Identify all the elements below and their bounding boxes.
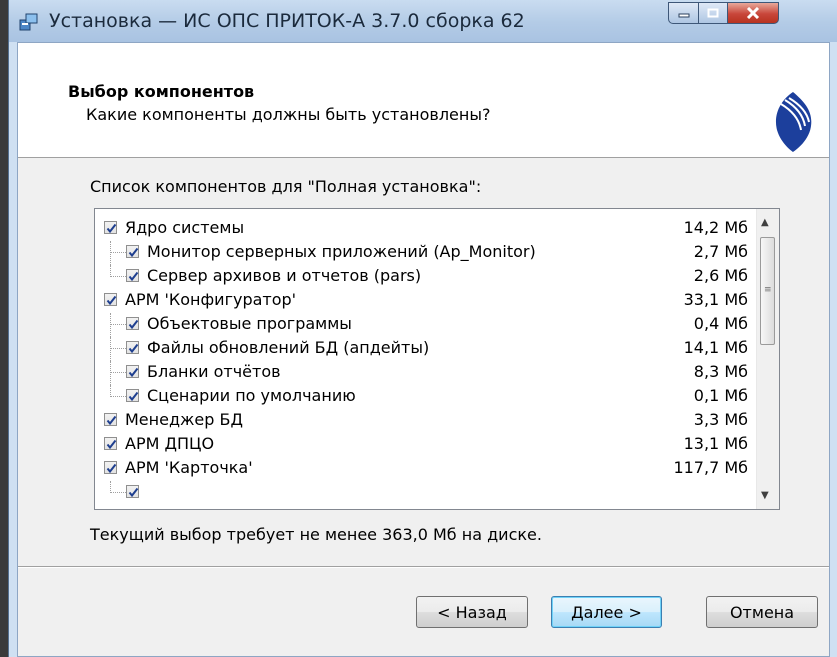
component-checkbox[interactable]	[126, 389, 139, 402]
component-label: АРМ 'Карточка'	[125, 458, 253, 477]
installer-app-icon	[19, 13, 38, 31]
component-checkbox[interactable]	[104, 461, 117, 474]
next-button[interactable]: Далее >	[551, 596, 662, 628]
checkmark-icon	[128, 343, 139, 354]
component-checkbox[interactable]	[104, 413, 117, 426]
component-row[interactable]: АРМ 'Конфигуратор' 33,1 Мб	[95, 289, 756, 313]
installer-window: Установка — ИС ОПС ПРИТОК-А 3.7.0 сборка…	[8, 0, 837, 657]
component-row[interactable]: Объектовые программы 0,4 Мб	[95, 313, 756, 337]
vertical-scrollbar[interactable]: ▲ ≡ ▼	[756, 209, 779, 509]
maximize-button[interactable]	[698, 2, 728, 24]
scroll-down-icon[interactable]: ▼	[761, 490, 769, 501]
component-checkbox[interactable]	[126, 245, 139, 258]
cancel-button[interactable]: Отмена	[706, 596, 818, 628]
page-subtitle: Какие компоненты должны быть установлены…	[86, 105, 491, 124]
checkmark-icon	[128, 391, 139, 402]
component-size: 0,4 Мб	[693, 314, 748, 333]
tree-connector	[110, 241, 111, 265]
component-label: АРМ 'Конфигуратор'	[125, 290, 297, 309]
component-size: 33,1 Мб	[683, 290, 748, 309]
tree-connector	[110, 324, 126, 325]
component-row[interactable]: Менеджер БД 3,3 Мб	[95, 409, 756, 433]
close-icon	[746, 7, 760, 19]
component-label: Менеджер БД	[125, 410, 243, 429]
footer-divider	[18, 566, 829, 568]
component-label: Монитор серверных приложений (Ap_Monitor…	[147, 242, 536, 261]
tree-connector	[110, 396, 126, 397]
checkmark-icon	[106, 415, 117, 426]
minimize-icon	[678, 13, 689, 18]
wizard-header: Выбор компонентов Какие компоненты должн…	[18, 43, 829, 158]
tree-connector	[110, 348, 126, 349]
component-checkbox[interactable]	[126, 341, 139, 354]
maximize-icon	[707, 8, 719, 18]
component-size: 117,7 Мб	[673, 458, 748, 477]
component-row[interactable]: Сценарии по умолчанию 0,1 Мб	[95, 385, 756, 409]
component-row[interactable]: АРМ ДПЦО 13,1 Мб	[95, 433, 756, 457]
page-title: Выбор компонентов	[68, 82, 255, 101]
checkmark-icon	[128, 271, 139, 282]
tree-connector	[110, 385, 111, 397]
component-row[interactable]	[95, 481, 756, 505]
component-checkbox[interactable]	[104, 437, 117, 450]
checkmark-icon	[128, 487, 139, 498]
tree-connector	[110, 372, 126, 373]
scroll-up-icon[interactable]: ▲	[761, 217, 769, 228]
window-title: Установка — ИС ОПС ПРИТОК-А 3.7.0 сборка…	[49, 10, 525, 32]
close-button[interactable]	[727, 2, 779, 24]
checkmark-icon	[128, 367, 139, 378]
title-bar[interactable]: Установка — ИС ОПС ПРИТОК-А 3.7.0 сборка…	[9, 0, 837, 42]
component-size: 13,1 Мб	[683, 434, 748, 453]
component-size: 3,3 Мб	[693, 410, 748, 429]
component-row[interactable]: Монитор серверных приложений (Ap_Monitor…	[95, 241, 756, 265]
checkmark-icon	[106, 463, 117, 474]
wizard-client-area: Выбор компонентов Какие компоненты должн…	[17, 42, 830, 657]
tree-connector	[110, 265, 111, 277]
tree-connector	[110, 252, 126, 253]
component-size: 14,1 Мб	[683, 338, 748, 357]
checkmark-icon	[128, 319, 139, 330]
checkmark-icon	[128, 247, 139, 258]
component-checkbox[interactable]	[126, 317, 139, 330]
component-label: Файлы обновлений БД (апдейты)	[147, 338, 430, 357]
component-size: 2,6 Мб	[693, 266, 748, 285]
checkmark-icon	[106, 439, 117, 450]
checkmark-icon	[106, 295, 117, 306]
tree-connector	[110, 276, 126, 277]
scrollbar-thumb[interactable]: ≡	[760, 237, 775, 345]
component-checkbox[interactable]	[104, 221, 117, 234]
component-row[interactable]: Сервер архивов и отчетов (pars) 2,6 Мб	[95, 265, 756, 289]
component-label: Объектовые программы	[147, 314, 352, 333]
component-checkbox[interactable]	[104, 293, 117, 306]
tree-connector	[110, 313, 111, 337]
checkmark-icon	[106, 223, 117, 234]
minimize-button[interactable]	[668, 2, 699, 24]
component-row[interactable]: Ядро системы 14,2 Мб	[95, 217, 756, 241]
component-label: Сервер архивов и отчетов (pars)	[147, 266, 422, 285]
component-size: 8,3 Мб	[693, 362, 748, 381]
component-size: 0,1 Мб	[693, 386, 748, 405]
wizard-logo-icon	[775, 92, 812, 152]
component-row[interactable]: Бланки отчётов 8,3 Мб	[95, 361, 756, 385]
component-checkbox[interactable]	[126, 269, 139, 282]
component-row[interactable]: Файлы обновлений БД (апдейты) 14,1 Мб	[95, 337, 756, 361]
component-row[interactable]: АРМ 'Карточка' 117,7 Мб	[95, 457, 756, 481]
components-list[interactable]: Ядро системы 14,2 Мб Монитор серверных при…	[94, 208, 780, 510]
component-checkbox[interactable]	[126, 365, 139, 378]
tree-connector	[110, 481, 111, 493]
grip-icon: ≡	[764, 285, 772, 295]
tree-connector	[110, 337, 111, 361]
component-checkbox[interactable]	[126, 485, 139, 498]
components-list-caption: Список компонентов для "Полная установка…	[90, 177, 482, 196]
tree-connector	[110, 492, 126, 493]
tree-connector	[110, 361, 111, 385]
component-label: Бланки отчётов	[147, 362, 281, 381]
component-label: АРМ ДПЦО	[125, 434, 215, 453]
disk-space-requirement: Текущий выбор требует не менее 363,0 Мб …	[90, 525, 542, 544]
component-label: Сценарии по умолчанию	[147, 386, 356, 405]
component-size: 14,2 Мб	[683, 218, 748, 237]
component-label: Ядро системы	[125, 218, 245, 237]
back-button[interactable]: < Назад	[416, 596, 528, 628]
component-size: 2,7 Мб	[693, 242, 748, 261]
